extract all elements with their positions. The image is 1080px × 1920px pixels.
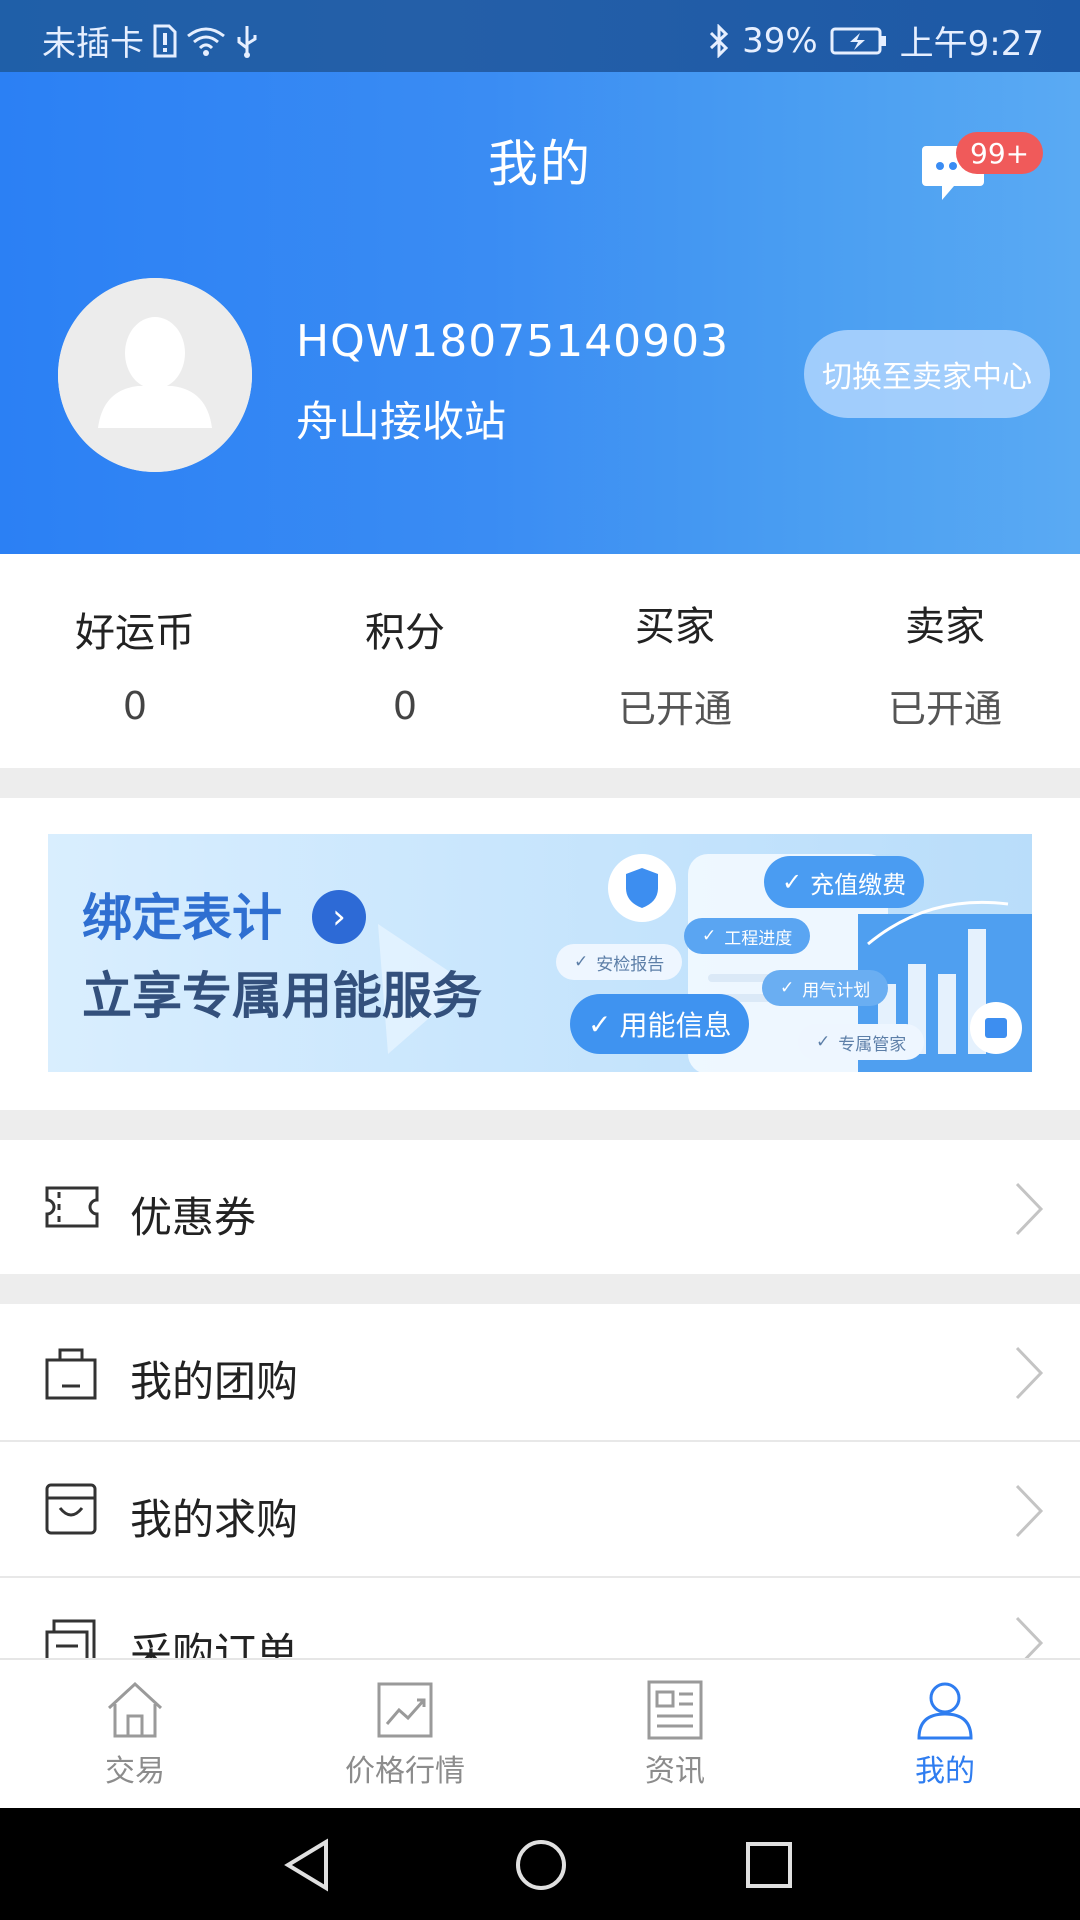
tag-progress: ✓ 工程进度 — [684, 918, 811, 954]
check-icon: ✓ — [588, 1007, 612, 1041]
menu-item-label: 我的团购 — [130, 1357, 299, 1406]
stat-seller[interactable]: 卖家 已开通 — [810, 594, 1080, 733]
menu-item-label: 采购订单 — [130, 1629, 299, 1658]
stat-label: 好运币 — [75, 610, 195, 656]
switch-seller-center-button[interactable]: 切换至卖家中心 — [804, 330, 1050, 418]
chart-icon — [377, 1682, 433, 1738]
check-icon: ✓ — [574, 952, 589, 972]
tag-energy-info: ✓ 用能信息 — [570, 994, 750, 1054]
user-id: HQW18075140903 — [296, 316, 730, 367]
stat-label: 积分 — [365, 610, 445, 656]
status-bar: 未插卡 39% 上午9:27 — [0, 0, 1080, 72]
menu-item-purchase-orders[interactable]: 采购订单 — [0, 1578, 1080, 1658]
menu-item-label: 优惠券 — [130, 1193, 257, 1242]
tab-news[interactable]: 资讯 — [540, 1678, 810, 1790]
stat-lucky-coins[interactable]: 好运币 0 — [0, 600, 270, 728]
tag-inspection: ✓ 安检报告 — [556, 944, 683, 980]
tag-manager: ✓ 专属管家 — [798, 1024, 925, 1060]
battery-percent: 39% — [742, 20, 818, 61]
sim-alert-icon — [152, 24, 178, 58]
stat-value: 0 — [392, 684, 418, 728]
recents-square-icon[interactable] — [744, 1838, 794, 1896]
menu-item-coupons[interactable]: 优惠券 — [0, 1140, 1080, 1274]
message-count-badge: 99+ — [956, 132, 1044, 174]
stat-value: 已开通 — [617, 687, 732, 731]
chevron-right-icon — [1014, 1182, 1044, 1240]
section-divider — [0, 768, 1080, 798]
stat-label: 买家 — [635, 604, 715, 650]
tab-price-market[interactable]: 价格行情 — [270, 1678, 540, 1790]
coupon-icon — [44, 1184, 100, 1234]
back-icon[interactable] — [282, 1838, 332, 1896]
system-nav-bar — [0, 1808, 1080, 1920]
tab-label: 资讯 — [645, 1754, 705, 1789]
default-avatar-icon — [58, 278, 252, 472]
chevron-right-icon — [1014, 1484, 1044, 1542]
check-icon: ✓ — [782, 868, 803, 896]
box-icon — [44, 1482, 98, 1540]
wifi-icon — [186, 26, 226, 56]
stat-label: 卖家 — [905, 604, 985, 650]
bluetooth-icon — [708, 23, 730, 58]
page-title: 我的 — [488, 135, 592, 193]
tab-label: 我的 — [915, 1754, 975, 1789]
avatar[interactable] — [58, 278, 252, 472]
check-icon: ✓ — [816, 1032, 831, 1052]
check-icon: ✓ — [780, 978, 795, 998]
user-icon — [917, 1682, 973, 1740]
stat-buyer[interactable]: 买家 已开通 — [540, 594, 810, 733]
bag-icon — [44, 1346, 98, 1404]
home-icon — [107, 1681, 163, 1738]
tab-trade[interactable]: 交易 — [0, 1678, 270, 1790]
bind-meter-banner[interactable]: 绑定表计 › 立享专属用能服务 ✓ 充值缴费 ✓ 工程进度 ✓ 安检报告 ✓ 用气计划 … — [48, 834, 1032, 1072]
tab-label: 交易 — [105, 1754, 165, 1789]
menu-item-purchase-request[interactable]: 我的求购 — [0, 1442, 1080, 1576]
banner-subtitle: 立享专属用能服务 — [82, 967, 482, 1025]
section-divider — [0, 1274, 1080, 1304]
bottom-tab-bar: 交易 价格行情 资讯 我的 — [0, 1658, 1080, 1808]
home-circle-icon[interactable] — [514, 1838, 568, 1896]
check-icon: ✓ — [702, 926, 717, 946]
banner-section: 绑定表计 › 立享专属用能服务 ✓ 充值缴费 ✓ 工程进度 ✓ 安检报告 ✓ 用气计划 … — [0, 798, 1080, 1110]
stat-points[interactable]: 积分 0 — [270, 600, 540, 728]
stat-value: 已开通 — [887, 687, 1002, 731]
tag-gas-plan: ✓ 用气计划 — [762, 970, 889, 1006]
clock-time: 上午9:27 — [899, 24, 1044, 64]
stat-value: 0 — [122, 684, 148, 728]
menu-item-label: 我的求购 — [130, 1495, 299, 1544]
chevron-right-icon: › — [312, 890, 366, 944]
tab-label: 价格行情 — [345, 1754, 465, 1789]
chevron-right-icon — [1014, 1346, 1044, 1404]
profile-header: 我的 99+ HQW18075140903 舟山接收站 切换至卖家中心 — [0, 72, 1080, 554]
section-divider — [0, 1110, 1080, 1140]
usb-icon — [234, 24, 260, 58]
user-station: 舟山接收站 — [296, 397, 507, 446]
battery-charging-icon — [830, 26, 888, 56]
order-icon — [44, 1618, 98, 1658]
carrier-text: 未插卡 — [42, 24, 144, 64]
tag-recharge: ✓ 充值缴费 — [764, 856, 925, 908]
news-icon — [647, 1680, 703, 1740]
tab-mine[interactable]: 我的 — [810, 1678, 1080, 1790]
menu-item-group-buy[interactable]: 我的团购 — [0, 1304, 1080, 1440]
chevron-right-icon — [1014, 1616, 1044, 1658]
account-stats: 好运币 0 积分 0 买家 已开通 卖家 已开通 — [0, 554, 1080, 768]
banner-title: 绑定表计 — [82, 889, 282, 947]
